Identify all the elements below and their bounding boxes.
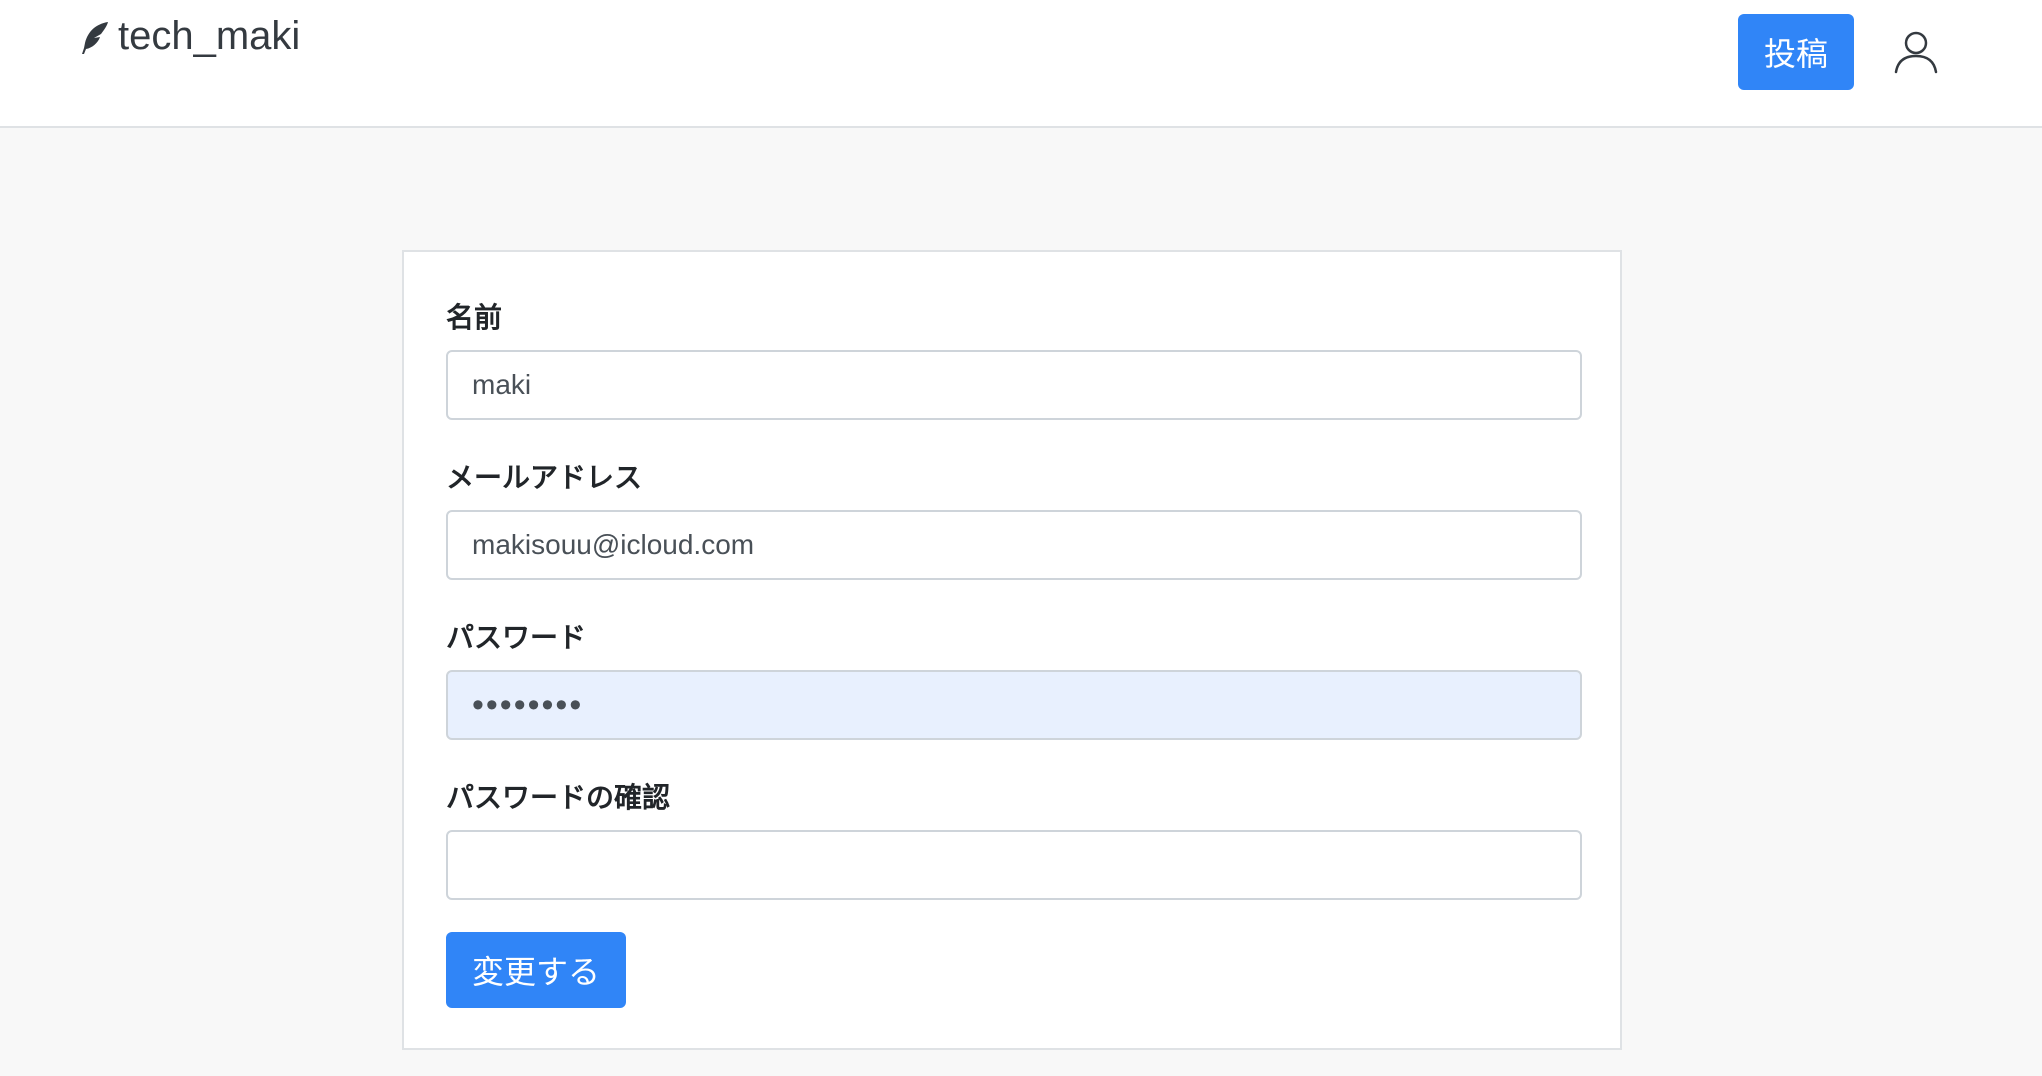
email-label: メールアドレス (446, 461, 643, 494)
password-confirmation-label: パスワードの確認 (446, 781, 671, 814)
email-input[interactable] (446, 510, 1582, 580)
brand-label: tech_maki (118, 14, 301, 58)
submit-button[interactable]: 変更する (446, 932, 626, 1008)
brand-link[interactable]: tech_maki (80, 14, 300, 59)
user-icon[interactable] (1892, 28, 1940, 76)
password-label: パスワード (446, 621, 587, 654)
post-button[interactable]: 投稿 (1738, 14, 1854, 90)
account-edit-card: 名前 メールアドレス パスワード パスワードの確認 変更する (402, 250, 1622, 1050)
name-label: 名前 (446, 301, 503, 334)
feather-icon (80, 20, 110, 54)
password-input[interactable] (446, 670, 1582, 740)
navbar: tech_maki 投稿 (0, 0, 2042, 128)
name-input[interactable] (446, 350, 1582, 420)
password-confirmation-input[interactable] (446, 830, 1582, 900)
